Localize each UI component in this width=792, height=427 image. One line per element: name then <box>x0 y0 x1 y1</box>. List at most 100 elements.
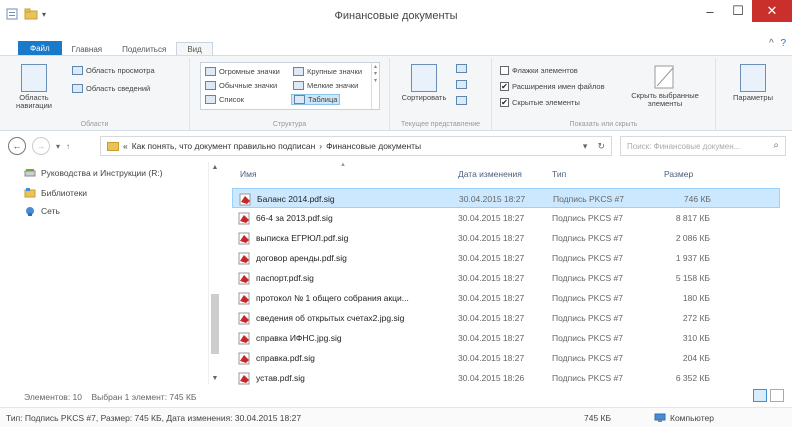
scroll-up-icon[interactable]: ▲ <box>209 164 221 171</box>
hide-selected-button[interactable]: Скрыть выбранные элементы <box>622 64 708 109</box>
selected-info: Выбран 1 элемент: 745 КБ <box>91 392 197 402</box>
file-type: Подпись PKCS #7 <box>552 293 623 303</box>
back-button[interactable]: ← <box>8 137 26 155</box>
show-hide-group: Флажки элементов ✔ Расширения имен файло… <box>492 58 716 130</box>
breadcrumb-current[interactable]: Финансовые документы <box>326 141 421 151</box>
large-icons-icon <box>293 67 304 76</box>
details-view-icon[interactable] <box>753 389 767 402</box>
tab-view[interactable]: Вид <box>176 42 213 56</box>
table-row[interactable]: договор аренды.pdf.sig 30.04.2015 18:27 По… <box>232 248 780 268</box>
size-columns-button[interactable] <box>456 96 467 105</box>
ribbon-tabs: Файл Главная Поделиться Вид <box>0 38 792 56</box>
column-header-size[interactable]: Размер <box>664 169 693 179</box>
layout-medium-icons[interactable]: Обычные значки <box>205 81 277 90</box>
nav-pane-scrollbar[interactable]: ▲ ▼ <box>208 162 220 384</box>
table-row[interactable]: сведения об открытых счетах2.jpg.sig 30.0… <box>232 308 780 328</box>
up-button[interactable]: ↑ <box>66 142 70 151</box>
navigation-pane-icon <box>21 64 47 92</box>
table-row[interactable]: справка.pdf.sig 30.04.2015 18:27 Подпись P… <box>232 348 780 368</box>
forward-button[interactable]: → <box>32 137 50 155</box>
preview-pane-button[interactable]: Область просмотра <box>72 66 155 75</box>
file-date: 30.04.2015 18:27 <box>458 233 525 243</box>
file-type: Подпись PKCS #7 <box>552 313 623 323</box>
details-icon <box>294 95 305 104</box>
hidden-items-toggle[interactable]: ✔ Скрытые элементы <box>500 98 580 107</box>
layout-small-icons[interactable]: Мелкие значки <box>293 81 358 90</box>
file-size: 1 937 КБ <box>675 253 710 263</box>
layout-item-label: Огромные значки <box>219 67 280 76</box>
file-extensions-checkbox[interactable]: ✔ <box>500 82 509 91</box>
address-dropdown-icon[interactable]: ▾ <box>583 141 588 152</box>
signed-pdf-icon <box>238 352 250 365</box>
sort-by-label: Сортировать <box>401 93 447 102</box>
breadcrumb-parent[interactable]: Как понять, что документ правильно подпи… <box>132 141 316 151</box>
table-row[interactable]: выписка ЕГРЮЛ.pdf.sig 30.04.2015 18:27 Под… <box>232 228 780 248</box>
file-date: 30.04.2015 18:27 <box>458 253 525 263</box>
nav-item-network[interactable]: Сеть <box>24 206 60 216</box>
file-name: справка.pdf.sig <box>256 353 315 363</box>
location-label: Компьютер <box>670 413 714 423</box>
layout-item-label: Крупные значки <box>307 67 363 76</box>
file-name: справка ИФНС.jpg.sig <box>256 333 342 343</box>
scroll-thumb[interactable] <box>211 294 219 354</box>
signed-pdf-icon <box>238 212 250 225</box>
file-name: договор аренды.pdf.sig <box>256 253 347 263</box>
recent-locations-icon[interactable]: ▾ <box>56 142 60 151</box>
folder-icon <box>107 141 119 151</box>
navigation-bar: ← → ▾ ↑ « Как понять, что документ прави… <box>0 134 792 158</box>
search-input[interactable]: Поиск: Финансовые докумен... ⌕ <box>620 136 786 156</box>
hidden-items-checkbox[interactable]: ✔ <box>500 98 509 107</box>
maximize-button[interactable]: ☐ <box>724 0 752 22</box>
item-checkboxes-checkbox[interactable] <box>500 66 509 75</box>
details-pane-button[interactable]: Область сведений <box>72 84 150 93</box>
group-by-button[interactable] <box>456 64 467 73</box>
large-icons-view-icon[interactable] <box>770 389 784 402</box>
layout-details[interactable]: Таблица <box>291 94 341 105</box>
layout-extra-large-icons[interactable]: Огромные значки <box>205 67 280 76</box>
list-icon <box>205 95 216 104</box>
location-info: Компьютер <box>654 413 714 423</box>
column-header-type[interactable]: Тип <box>552 169 566 179</box>
item-checkboxes-toggle[interactable]: Флажки элементов <box>500 66 578 75</box>
collapse-ribbon-icon[interactable]: ^ <box>769 38 774 49</box>
table-row[interactable]: протокол № 1 общего собрания акци... 30.0… <box>232 288 780 308</box>
column-header-date[interactable]: Дата изменения <box>458 169 522 179</box>
scroll-down-icon[interactable]: ▼ <box>209 375 221 382</box>
file-extensions-toggle[interactable]: ✔ Расширения имен файлов <box>500 82 605 91</box>
table-row[interactable]: устав.pdf.sig 30.04.2015 18:26 Подпись PKC… <box>232 368 780 388</box>
layout-gallery-scroll[interactable]: ▴ ▾ ▾ <box>371 63 379 109</box>
file-list: ▲ Имя Дата изменения Тип Размер Баланс 2… <box>232 162 780 385</box>
add-columns-button[interactable] <box>456 80 467 89</box>
address-bar[interactable]: « Как понять, что документ правильно под… <box>100 136 612 156</box>
file-date: 30.04.2015 18:27 <box>458 273 525 283</box>
file-name: устав.pdf.sig <box>256 373 305 383</box>
file-size: 180 КБ <box>682 293 710 303</box>
nav-item-drive[interactable]: Руководства и Инструкции (R:) <box>24 168 163 178</box>
table-row[interactable]: справка ИФНС.jpg.sig 30.04.2015 18:27 Подп… <box>232 328 780 348</box>
status-item-count: Элементов: 10 Выбран 1 элемент: 745 КБ <box>24 392 197 402</box>
minimize-button[interactable]: – <box>696 0 724 22</box>
nav-item-libraries[interactable]: Библиотеки <box>24 188 87 198</box>
sort-by-button[interactable]: Сортировать <box>400 64 448 102</box>
help-icon[interactable]: ? <box>780 38 786 49</box>
table-row[interactable]: паспорт.pdf.sig 30.04.2015 18:27 Подпись P… <box>232 268 780 288</box>
table-row[interactable]: 66-4 за 2013.pdf.sig 30.04.2015 18:27 Подп… <box>232 208 780 228</box>
hide-selected-icon <box>654 65 674 89</box>
column-header-name[interactable]: Имя <box>240 169 257 179</box>
file-size: 272 КБ <box>682 313 710 323</box>
hidden-items-label: Скрытые элементы <box>512 98 580 107</box>
close-button[interactable]: ✕ <box>752 0 792 22</box>
signed-pdf-icon <box>238 372 250 385</box>
tab-file[interactable]: Файл <box>18 41 62 56</box>
breadcrumb-separator: › <box>319 141 323 151</box>
options-button[interactable]: Параметры <box>726 64 780 102</box>
refresh-icon[interactable]: ↻ <box>597 141 605 152</box>
layout-large-icons[interactable]: Крупные значки <box>293 67 362 76</box>
navigation-pane-button[interactable]: Область навигации <box>16 64 52 111</box>
table-row[interactable]: Баланс 2014.pdf.sig 30.04.2015 18:27 Подпи… <box>232 188 780 208</box>
layout-list[interactable]: Список <box>205 95 244 104</box>
layout-group-label: Структура <box>272 121 307 128</box>
sort-ascending-icon: ▲ <box>340 162 346 168</box>
file-date: 30.04.2015 18:27 <box>458 353 525 363</box>
current-view-group: Сортировать Текущее представление <box>390 58 492 130</box>
